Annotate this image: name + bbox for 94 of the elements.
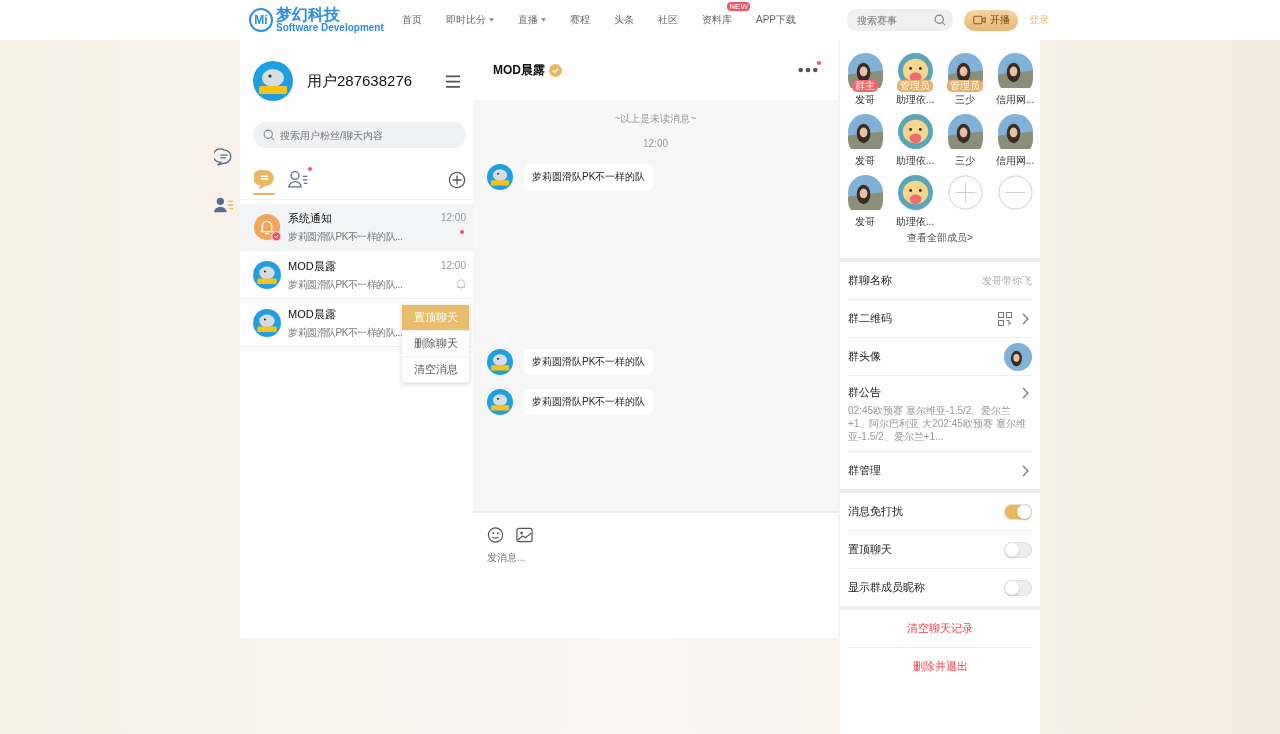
message-bubble: 萝莉圆滑队PK不一样的队 (524, 164, 654, 190)
message-time: 12:00 (643, 138, 668, 149)
avatar-icon (253, 309, 281, 337)
group-name-value: 发哥带你飞 (982, 273, 1032, 288)
message-preview: 萝莉圆滑队PK不一样的队... (288, 325, 403, 340)
logo-mark[interactable]: Mi (249, 8, 273, 32)
toggle-switch[interactable] (1004, 579, 1032, 596)
nav-link[interactable]: 赛程 (570, 13, 590, 27)
message-preview: 萝莉圆滑队PK不一样的队... (288, 229, 403, 244)
conversation-item[interactable]: MOD晨露 萝莉圆滑队PK不一样的队... 12:00 (240, 252, 473, 299)
unread-dot (460, 230, 464, 234)
add-icon[interactable] (448, 171, 466, 189)
setting-label: 群头像 (848, 349, 881, 364)
context-menu-item[interactable]: 删除聊天 (402, 331, 469, 357)
member-name: 发哥 (855, 93, 875, 107)
nav-link[interactable]: 首页 (402, 13, 422, 27)
danger-action-button[interactable]: 清空聊天记录 (848, 610, 1032, 648)
nav-link[interactable]: 头条 (614, 13, 634, 27)
cartoon-dog-icon (897, 114, 933, 149)
go-live-button[interactable]: 开播 (964, 9, 1018, 31)
dropdown-caret-icon (541, 18, 546, 22)
cartoon-dog-icon (897, 175, 933, 210)
conversation-name: MOD晨露 (288, 258, 336, 274)
nav-link[interactable]: 即时比分 (446, 13, 486, 27)
context-menu-item[interactable]: 清空消息 (402, 357, 469, 383)
search-field[interactable]: 搜索赛事 (847, 9, 953, 31)
contacts-icon[interactable] (213, 196, 234, 214)
setting-label: 消息免打扰 (848, 504, 903, 519)
toggle-switch[interactable] (1004, 541, 1032, 558)
bell-icon (456, 278, 466, 290)
member-name: 助理依... (895, 154, 935, 168)
message-bubble: 萝莉圆滑队PK不一样的队 (524, 389, 654, 415)
nav-link[interactable]: APP下载 (756, 13, 796, 27)
view-all-members-link[interactable]: 查看全部成员> (840, 231, 1040, 245)
avatar-icon (253, 261, 281, 289)
message-bubble: 萝莉圆滑队PK不一样的队 (524, 349, 654, 375)
more-icon[interactable] (798, 67, 818, 73)
message-preview: 萝莉圆滑队PK不一样的队... (288, 277, 403, 292)
chat-bubble-icon[interactable] (213, 148, 234, 166)
member-name: 信用网... (995, 93, 1035, 107)
member-name: 助理依... (895, 215, 935, 229)
avatar-icon (487, 389, 513, 415)
photo-placeholder (997, 114, 1033, 149)
logo-tagline: Software Development (276, 23, 384, 33)
search-icon (263, 129, 275, 141)
emoji-icon[interactable] (487, 527, 504, 543)
nav-link[interactable]: 资料库 (702, 13, 732, 27)
dropdown-caret-icon (489, 18, 494, 22)
search-icon (934, 14, 946, 26)
video-camera-icon (972, 15, 986, 25)
chevron-right-icon[interactable] (1022, 387, 1029, 399)
member-name: 三少 (955, 154, 975, 168)
avatar-icon (487, 349, 513, 375)
setting-label: 群管理 (848, 463, 881, 478)
unread-divider: ~以上是未读消息~ (614, 112, 697, 126)
photo-placeholder (847, 114, 883, 149)
conversation-name: MOD晨露 (288, 306, 336, 322)
conversation-name: 系统通知 (288, 210, 332, 226)
nav-link[interactable]: 社区 (658, 13, 678, 27)
setting-label: 群公告 (848, 386, 881, 400)
qr-code-icon[interactable] (998, 311, 1012, 326)
image-icon[interactable] (516, 527, 533, 543)
chat-title: MOD晨露 (493, 61, 545, 79)
search-field[interactable]: 搜索用户粉丝/聊天内容 (253, 122, 466, 148)
member-name: 三少 (955, 93, 975, 107)
conversation-item[interactable]: 系统通知 萝莉圆滑队PK不一样的队... 12:00 (240, 204, 473, 251)
logo-name: 梦幻科技 (276, 7, 340, 23)
menu-icon[interactable] (446, 74, 460, 88)
bell-icon (253, 213, 281, 241)
member-name: 助理依... (895, 93, 935, 107)
notification-dot (308, 167, 312, 171)
member-name: 发哥 (855, 154, 875, 168)
message-time: 12:00 (440, 260, 466, 271)
setting-label: 群二维码 (848, 311, 892, 326)
setting-label: 显示群成员昵称 (848, 580, 925, 595)
danger-action-button[interactable]: 删除并退出 (848, 648, 1032, 686)
setting-label: 置顶聊天 (848, 542, 892, 557)
message-time: 12:00 (440, 212, 466, 223)
new-badge: NEW (727, 2, 750, 11)
photo-placeholder (847, 175, 883, 210)
avatar-icon (487, 164, 513, 190)
chevron-right-icon[interactable] (1022, 464, 1029, 477)
username: 用户287638276 (307, 71, 414, 91)
setting-label: 群聊名称 (848, 273, 892, 288)
member-name: 信用网... (995, 154, 1035, 168)
photo-placeholder (1004, 342, 1032, 371)
member-name: 发哥 (855, 215, 875, 229)
nav-link[interactable]: 直播 (518, 13, 538, 27)
photo-placeholder (947, 114, 983, 149)
toggle-switch[interactable] (1004, 503, 1032, 520)
photo-placeholder (997, 53, 1033, 88)
announcement-text: 02:45欧预赛 塞尔维亚-1.5/2、爱尔兰+1、阿尔巴利亚 大202:45欧预赛 塞尔维亚-1.5/2、爱尔兰+1... (848, 404, 1027, 443)
avatar-icon (253, 61, 293, 101)
chevron-right-icon[interactable] (1022, 312, 1029, 325)
